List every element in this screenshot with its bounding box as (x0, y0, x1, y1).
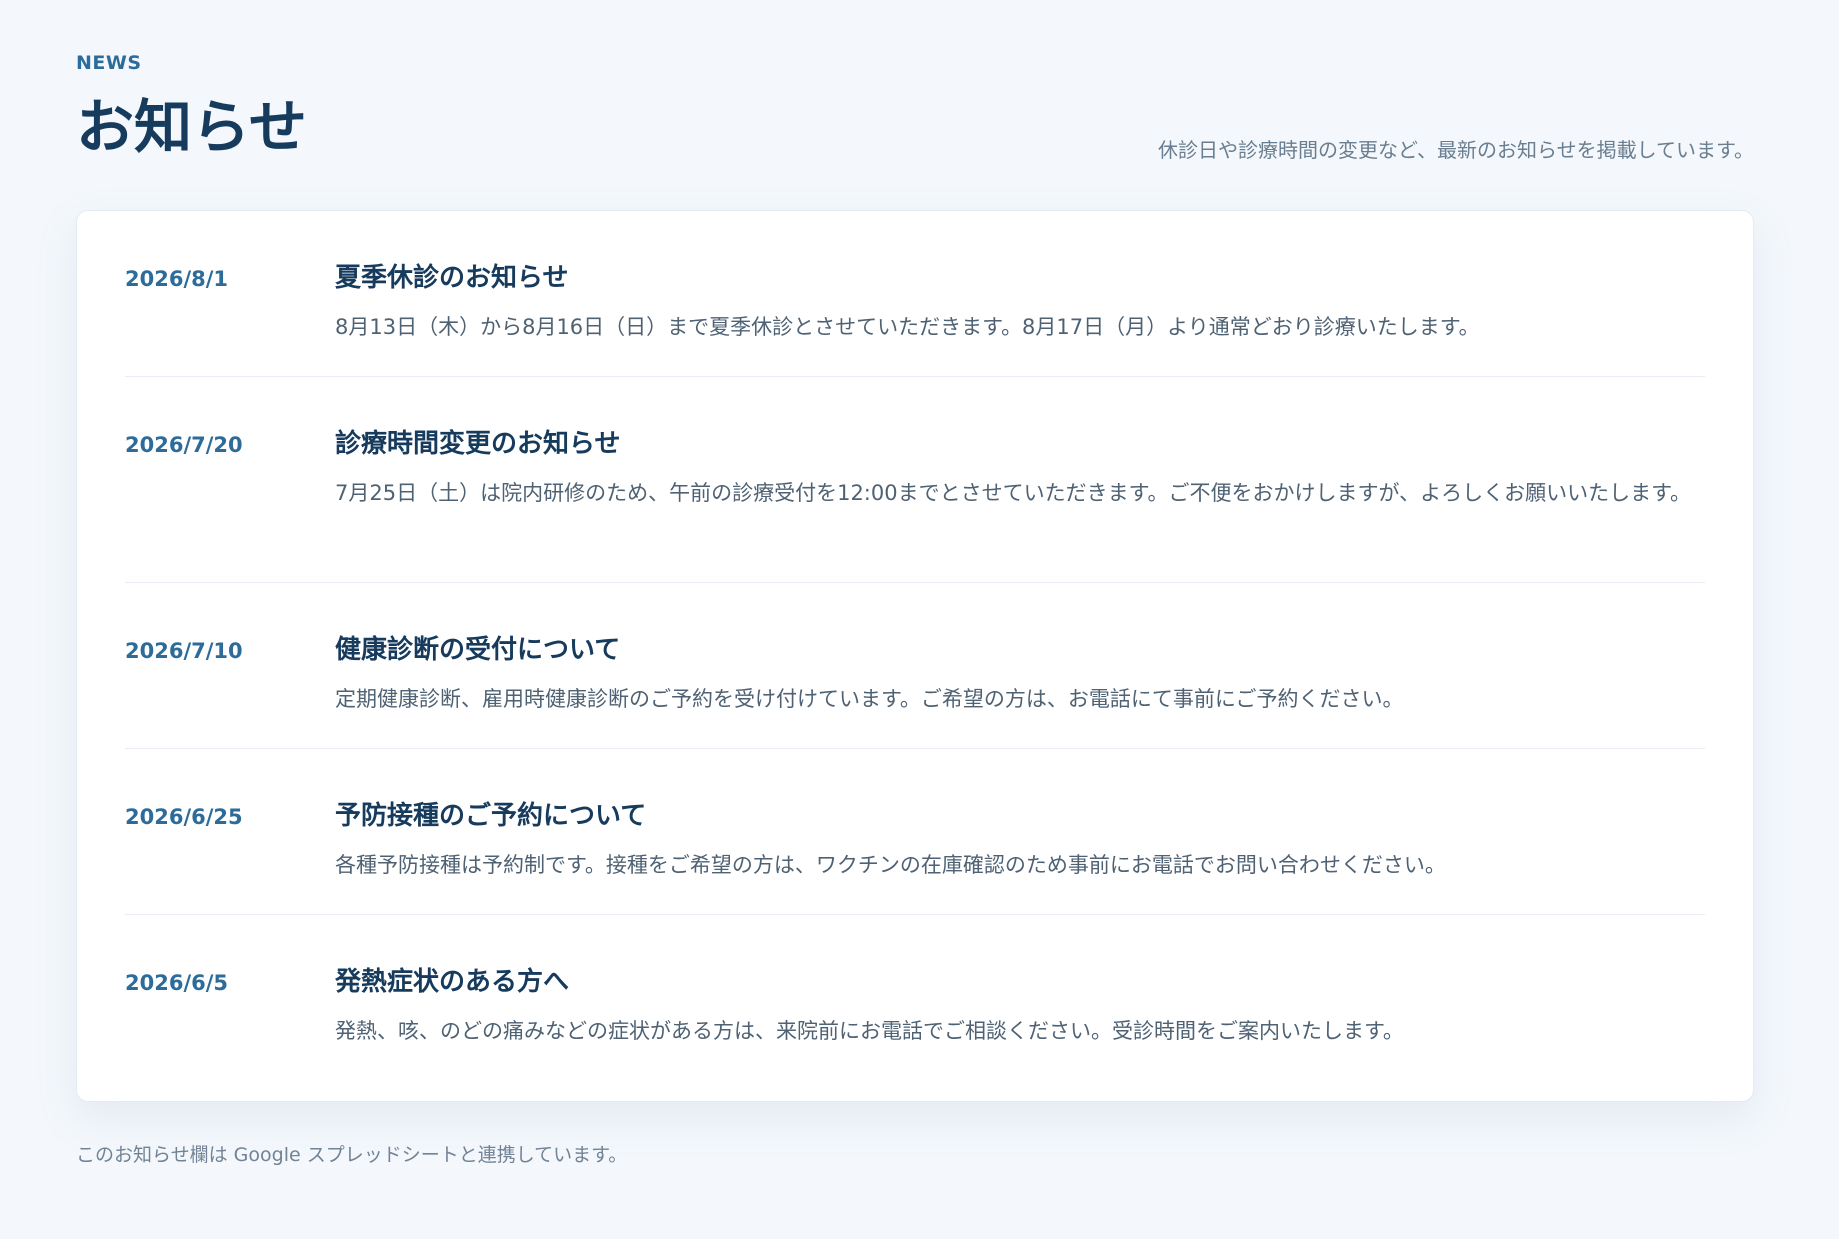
news-header: NEWS お知らせ 休診日や診療時間の変更など、最新のお知らせを掲載しています。 (76, 52, 1754, 210)
page-description: 休診日や診療時間の変更など、最新のお知らせを掲載しています。 (1158, 138, 1754, 162)
news-item: 2026/7/20 診療時間変更のお知らせ 7月25日（土）は院内研修のため、午… (125, 377, 1705, 583)
news-description: 各種予防接種は予約制です。接種をご希望の方は、ワクチンの在庫確認のため事前にお電… (335, 853, 1446, 877)
section-eyebrow: NEWS (76, 52, 142, 74)
news-content: 診療時間変更のお知らせ 7月25日（土）は院内研修のため、午前の診療受付を12:… (335, 428, 1711, 514)
page-title: お知らせ (76, 93, 307, 161)
news-card: 2026/8/1 夏季休診のお知らせ 8月13日（木）から8月16日（日）まで夏… (76, 210, 1754, 1102)
news-description: 定期健康診断、雇用時健康診断のご予約を受け付けています。ご希望の方は、お電話にて… (335, 687, 1404, 711)
news-date: 2026/6/25 (125, 805, 243, 829)
news-date: 2026/6/5 (125, 971, 229, 995)
news-description: 発熱、咳、のどの痛みなどの症状がある方は、来院前にお電話でご相談ください。受診時… (335, 1019, 1404, 1043)
news-title: 予防接種のご予約について (335, 801, 647, 831)
news-description: 8月13日（木）から8月16日（日）まで夏季休診とさせていただきます。8月17日… (335, 315, 1480, 339)
news-list: 2026/8/1 夏季休診のお知らせ 8月13日（木）から8月16日（日）まで夏… (125, 211, 1705, 1099)
news-content: 夏季休診のお知らせ 8月13日（木）から8月16日（日）まで夏季休診とさせていた… (335, 262, 1711, 348)
news-date: 2026/8/1 (125, 267, 229, 291)
news-description: 7月25日（土）は院内研修のため、午前の診療受付を12:00までとさせていただき… (335, 481, 1691, 505)
news-item: 2026/7/10 健康診断の受付について 定期健康診断、雇用時健康診断のご予約… (125, 583, 1705, 749)
news-page: NEWS お知らせ 休診日や診療時間の変更など、最新のお知らせを掲載しています。… (76, 52, 1754, 1166)
news-content: 健康診断の受付について 定期健康診断、雇用時健康診断のご予約を受け付けています。… (335, 634, 1711, 720)
news-title: 発熱症状のある方へ (335, 967, 570, 997)
news-content: 予防接種のご予約について 各種予防接種は予約制です。接種をご希望の方は、ワクチン… (335, 800, 1711, 886)
news-item: 2026/6/5 発熱症状のある方へ 発熱、咳、のどの痛みなどの症状がある方は、… (125, 915, 1705, 1099)
news-title: 健康診断の受付について (335, 635, 621, 665)
news-item: 2026/6/25 予防接種のご予約について 各種予防接種は予約制です。接種をご… (125, 749, 1705, 915)
news-content: 発熱症状のある方へ 発熱、咳、のどの痛みなどの症状がある方は、来院前にお電話でご… (335, 966, 1711, 1052)
news-date: 2026/7/10 (125, 639, 243, 663)
news-title: 夏季休診のお知らせ (335, 263, 569, 293)
footer-note: このお知らせ欄は Google スプレッドシートと連携しています。 (76, 1144, 628, 1166)
news-item: 2026/8/1 夏季休診のお知らせ 8月13日（木）から8月16日（日）まで夏… (125, 211, 1705, 377)
news-date: 2026/7/20 (125, 433, 243, 457)
news-title: 診療時間変更のお知らせ (335, 429, 621, 459)
